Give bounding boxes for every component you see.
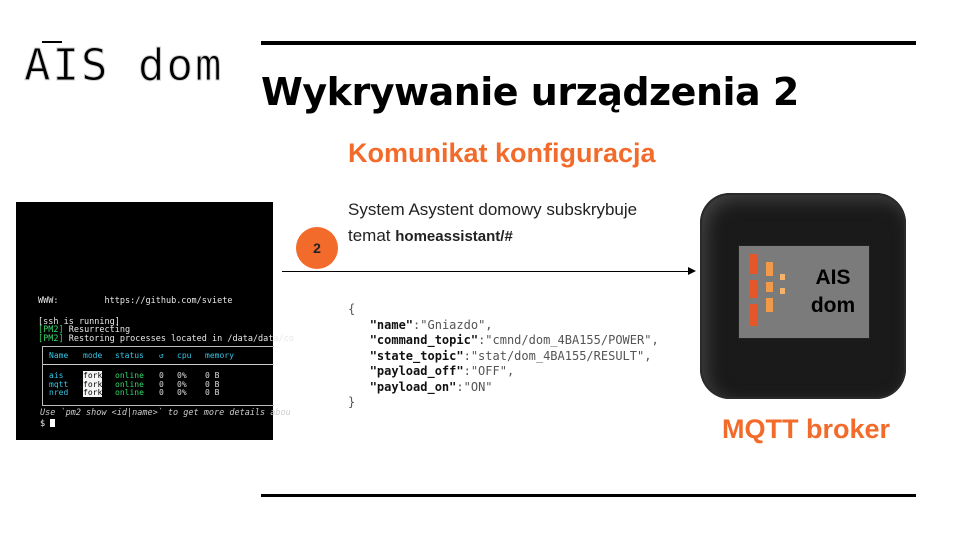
json-open-brace: { bbox=[348, 302, 356, 316]
json-key: "command_topic" bbox=[369, 333, 479, 347]
json-key: "payload_off" bbox=[369, 364, 464, 378]
terminal-ascii-logo: AIS dom bbox=[23, 40, 224, 92]
pm2-tag: [PM2] bbox=[38, 334, 64, 344]
terminal-hint: Use `pm2 show <id|name>` to get more det… bbox=[40, 408, 291, 418]
flow-arrow-head-icon bbox=[688, 267, 696, 275]
slide-title: Wykrywanie urządzenia 2 bbox=[261, 70, 799, 114]
www-label: WWW: bbox=[38, 296, 59, 306]
json-value: :"OFF", bbox=[463, 364, 515, 378]
prompt-symbol: $ bbox=[40, 419, 46, 429]
terminal-prompt: $ bbox=[40, 419, 56, 429]
json-value: :"Gniazdo", bbox=[413, 317, 493, 332]
bottom-rule bbox=[261, 494, 916, 497]
broker-label: MQTT broker bbox=[722, 414, 891, 444]
restore-text: Restoring processes located in /data/dat… bbox=[63, 334, 294, 344]
cursor-icon bbox=[50, 419, 56, 427]
col-header-status: status bbox=[115, 351, 144, 360]
table-row: ais mqtt nred bbox=[49, 371, 69, 397]
pm2-process-table: Name mode status ↺ cpu memory ais mqtt n… bbox=[42, 346, 274, 406]
description: System Asystent domowy subskrybuje temat… bbox=[348, 197, 678, 250]
step-badge: 2 bbox=[296, 227, 338, 269]
mode-cells: fork fork fork bbox=[83, 371, 103, 397]
www-url: https://github.com/sviete bbox=[104, 296, 233, 306]
col-header-memory: memory bbox=[205, 351, 234, 360]
device-label: AIS dom bbox=[808, 264, 858, 320]
col-header-name: Name bbox=[49, 351, 69, 360]
json-value: :"ON" bbox=[456, 379, 493, 394]
col-header-mode: mode bbox=[83, 351, 103, 360]
col-header-restarts: ↺ bbox=[159, 351, 164, 360]
memory-cells: 0 B 0 B 0 B bbox=[205, 371, 220, 397]
json-key: "state_topic" bbox=[369, 348, 464, 363]
json-value: :"stat/dom_4BA155/RESULT", bbox=[463, 348, 652, 363]
top-rule bbox=[261, 41, 916, 45]
terminal-www-line: WWW: https://github.com/sviete bbox=[38, 297, 232, 306]
json-key: "payload_on" bbox=[369, 379, 457, 394]
terminal-toolbar bbox=[30, 26, 54, 39]
json-value: :"cmnd/dom_4BA155/POWER", bbox=[478, 333, 659, 347]
json-message: { "name":"Gniazdo", "command_topic":"cmn… bbox=[348, 302, 659, 411]
status-cells: online online online bbox=[115, 371, 144, 397]
col-header-cpu: cpu bbox=[177, 351, 192, 360]
device-label-line1: AIS bbox=[815, 266, 851, 289]
topic-name: homeassistant/# bbox=[395, 228, 513, 245]
cpu-cells: 0% 0% 0% bbox=[177, 371, 187, 397]
device-label-line2: dom bbox=[810, 294, 856, 317]
restart-cells: 0 0 0 bbox=[159, 371, 164, 397]
json-key: "name" bbox=[369, 317, 414, 332]
record-icon bbox=[30, 26, 53, 36]
slide-subtitle: Komunikat konfiguracja bbox=[348, 138, 656, 168]
flow-arrow-line bbox=[282, 271, 690, 272]
ais-logo-icon bbox=[750, 254, 785, 326]
terminal-restore-line: [PM2] Restoring processes located in /da… bbox=[38, 335, 294, 344]
json-close-brace: } bbox=[348, 395, 356, 409]
